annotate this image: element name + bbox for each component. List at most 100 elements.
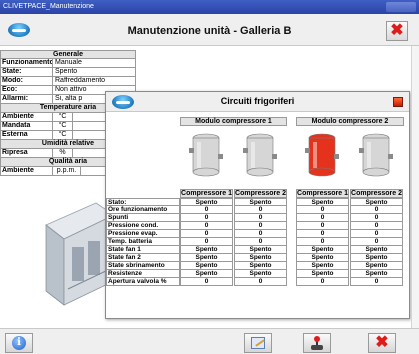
section-generale-title: Generale bbox=[0, 50, 136, 59]
row-label: Pressione evap. bbox=[106, 230, 180, 238]
row-label: Ore funzionamento bbox=[106, 206, 180, 214]
table-cell: Spento bbox=[350, 270, 403, 278]
temperature-unit: °C bbox=[53, 131, 73, 139]
joystick-icon bbox=[310, 336, 324, 350]
table-cell: Spento bbox=[180, 198, 233, 206]
table-cell: 0 bbox=[180, 222, 233, 230]
table-cell: 0 bbox=[350, 238, 403, 246]
compressor-image bbox=[243, 133, 277, 177]
table-cell: 0 bbox=[350, 206, 403, 214]
table-cell: 0 bbox=[296, 230, 349, 238]
window-title: CLIVETPACE_Manutenzione bbox=[3, 3, 94, 10]
table-cell: Spento bbox=[296, 270, 349, 278]
table-cell: Spento bbox=[234, 270, 287, 278]
status-label: Eco: bbox=[1, 86, 53, 94]
table-cell: Spento bbox=[180, 246, 233, 254]
temperature-label: Ambiente bbox=[1, 113, 53, 121]
table-cell: 0 bbox=[350, 230, 403, 238]
manual-control-button[interactable] bbox=[303, 333, 331, 353]
status-label: Funzionamento: bbox=[2, 59, 53, 67]
table-cell: Spento bbox=[350, 198, 403, 206]
edit-button[interactable] bbox=[244, 333, 272, 353]
status-value: Raffreddamento bbox=[55, 77, 106, 84]
main-close-button[interactable]: ✖ bbox=[386, 21, 408, 41]
close-button[interactable]: ✖ bbox=[368, 333, 396, 353]
compressor-image bbox=[305, 133, 339, 177]
table-cell: 0 bbox=[180, 238, 233, 246]
row-label: Resistenze bbox=[106, 270, 180, 278]
module-header: Modulo compressore 2 bbox=[296, 117, 404, 126]
table-cell: 0 bbox=[234, 214, 287, 222]
close-icon: ✖ bbox=[375, 334, 389, 351]
column-header: Compressore 2 bbox=[234, 189, 287, 198]
vertical-scrollbar[interactable] bbox=[411, 46, 419, 328]
table-cell: Spento bbox=[296, 246, 349, 254]
table-cell: Spento bbox=[234, 262, 287, 270]
edit-icon bbox=[251, 337, 265, 349]
table-cell: 0 bbox=[350, 278, 403, 286]
compressor-image bbox=[359, 133, 393, 177]
temperature-unit: °C bbox=[53, 113, 73, 121]
status-value: Spento bbox=[55, 68, 78, 75]
table-cell: 0 bbox=[234, 230, 287, 238]
window-controls[interactable] bbox=[386, 2, 416, 12]
table-cell: Spento bbox=[296, 254, 349, 262]
table-cell: Spento bbox=[350, 246, 403, 254]
status-row: Funzionamento: Manuale bbox=[0, 59, 136, 68]
close-icon: ✖ bbox=[390, 22, 404, 39]
window-titlebar: CLIVETPACE_Manutenzione bbox=[0, 0, 419, 14]
table-cell: 0 bbox=[180, 214, 233, 222]
temperature-label: Esterna bbox=[1, 131, 53, 139]
status-label: Modo: bbox=[1, 77, 53, 85]
table-cell: 0 bbox=[296, 206, 349, 214]
dialog-close-button[interactable] bbox=[393, 97, 403, 107]
column-header: Compressore 1 bbox=[296, 189, 349, 198]
air-quality-unit: p.p.m. bbox=[53, 167, 81, 175]
table-cell: 0 bbox=[180, 206, 233, 214]
row-label: Pressione cond. bbox=[106, 222, 180, 230]
table-cell: 0 bbox=[180, 230, 233, 238]
table-cell: Spento bbox=[180, 254, 233, 262]
table-cell: 0 bbox=[234, 278, 287, 286]
row-label: Spunti bbox=[106, 214, 180, 222]
table-cell: 0 bbox=[234, 222, 287, 230]
temperature-label: Mandata bbox=[1, 122, 53, 130]
row-label: Temp. batteria bbox=[106, 238, 180, 246]
status-row: State: Spento bbox=[0, 68, 136, 77]
page-title: Manutenzione unità - Galleria B bbox=[127, 25, 292, 37]
info-button[interactable]: i bbox=[5, 333, 33, 353]
column-header: Compressore 1 bbox=[180, 189, 233, 198]
table-cell: Spento bbox=[234, 246, 287, 254]
air-quality-label: Ambiente bbox=[1, 167, 53, 175]
table-cell: 0 bbox=[234, 238, 287, 246]
status-label: State: bbox=[1, 68, 53, 76]
table-cell: Spento bbox=[350, 262, 403, 270]
dialog-header: Circuiti frigoriferi bbox=[106, 92, 409, 112]
dialog-title: Circuiti frigoriferi bbox=[220, 96, 295, 106]
compressor-image bbox=[189, 133, 223, 177]
table-cell: 0 bbox=[296, 222, 349, 230]
status-row: Modo: Raffreddamento bbox=[0, 77, 136, 86]
table-cell: 0 bbox=[296, 278, 349, 286]
table-cell: 0 bbox=[350, 222, 403, 230]
table-cell: Spento bbox=[234, 198, 287, 206]
table-cell: Spento bbox=[296, 262, 349, 270]
footer-toolbar: i ✖ bbox=[0, 328, 419, 354]
info-icon: i bbox=[12, 336, 26, 350]
main-header: Manutenzione unità - Galleria B ✖ bbox=[0, 14, 419, 46]
humidity-unit: % bbox=[53, 149, 73, 157]
status-value: Manuale bbox=[55, 59, 82, 66]
status-label: Allarmi: bbox=[1, 95, 53, 103]
row-label: State sbrinamento bbox=[106, 262, 180, 270]
table-cell: Spento bbox=[234, 254, 287, 262]
table-cell: Spento bbox=[296, 198, 349, 206]
table-cell: 0 bbox=[296, 214, 349, 222]
table-cell: 0 bbox=[180, 278, 233, 286]
table-cell: Spento bbox=[350, 254, 403, 262]
table-cell: Spento bbox=[180, 262, 233, 270]
table-cell: 0 bbox=[350, 214, 403, 222]
humidity-label: Ripresa bbox=[1, 149, 53, 157]
refrigeration-circuits-dialog: Circuiti frigoriferi Modulo compressore … bbox=[105, 91, 410, 319]
temperature-unit: °C bbox=[53, 122, 73, 130]
table-cell: 0 bbox=[296, 238, 349, 246]
